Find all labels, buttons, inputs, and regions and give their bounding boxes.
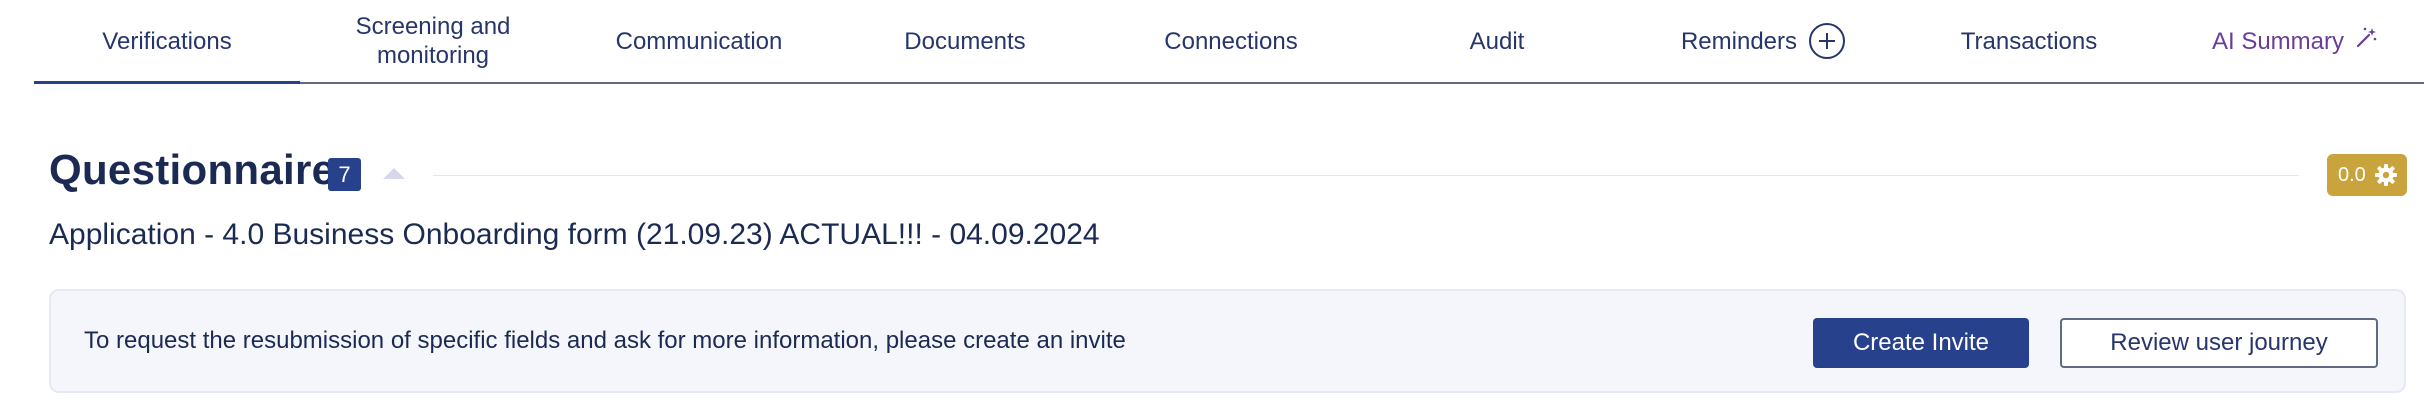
score-value: 0.0 (2338, 163, 2366, 186)
questionnaire-view: Verifications Screening and monitoring C… (0, 0, 2424, 418)
caret-up-icon[interactable] (383, 168, 405, 179)
plus-circle-icon[interactable] (1809, 23, 1846, 59)
invite-info-panel: To request the resubmission of specific … (49, 289, 2406, 393)
tab-screening-and-monitoring[interactable]: Screening and monitoring (300, 0, 566, 82)
magic-wand-icon (2354, 26, 2378, 57)
tab-ai-summary-label: AI Summary (2211, 27, 2345, 55)
tab-connections-label: Connections (1164, 27, 1298, 55)
tab-communication[interactable]: Communication (566, 0, 832, 82)
invite-info-text: To request the resubmission of specific … (84, 327, 1126, 354)
tab-documents-label: Documents (904, 27, 1026, 55)
score-badge[interactable]: 0.0 (2327, 154, 2407, 196)
tab-connections[interactable]: Connections (1098, 0, 1364, 82)
tab-ai-summary[interactable]: AI Summary (2162, 0, 2424, 82)
tab-documents[interactable]: Documents (832, 0, 1098, 82)
question-count-badge: 7 (328, 158, 361, 191)
review-user-journey-button[interactable]: Review user journey (2060, 318, 2378, 368)
tab-audit[interactable]: Audit (1364, 0, 1630, 82)
tab-screening-label: Screening and monitoring (333, 12, 533, 70)
tab-screening-label-line1: Screening and (355, 13, 511, 40)
tab-reminders[interactable]: Reminders (1630, 0, 1896, 82)
section-title: Questionnaire (49, 146, 336, 193)
tab-audit-label: Audit (1469, 27, 1525, 55)
tab-bar: Verifications Screening and monitoring C… (34, 0, 2424, 84)
tab-transactions[interactable]: Transactions (1896, 0, 2162, 82)
create-invite-button[interactable]: Create Invite (1813, 318, 2029, 368)
tab-communication-label: Communication (615, 27, 783, 55)
tab-screening-label-line2: monitoring (376, 42, 490, 69)
tab-verifications-label: Verifications (102, 27, 232, 55)
header-divider (433, 175, 2299, 176)
gear-icon (2374, 163, 2398, 193)
tab-transactions-label: Transactions (1960, 27, 2098, 55)
tab-verifications[interactable]: Verifications (34, 0, 300, 84)
application-subtitle: Application - 4.0 Business Onboarding fo… (49, 218, 1100, 251)
tab-reminders-label: Reminders (1680, 27, 1798, 55)
